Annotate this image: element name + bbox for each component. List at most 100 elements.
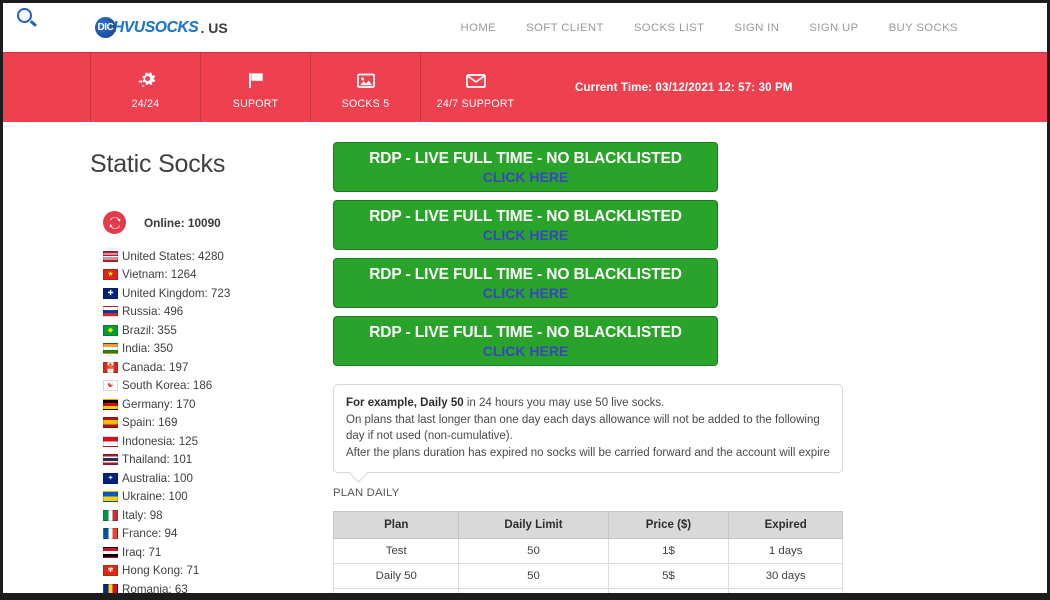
country-list-item[interactable]: India: 350 (103, 340, 333, 359)
feature-label-suport: SUPORT (233, 98, 278, 110)
plan-table: Plan Daily Limit Price ($) Expired Test5… (333, 511, 843, 593)
country-list-item[interactable]: Ukraine: 100 (103, 488, 333, 507)
flag-icon-ru (103, 306, 118, 317)
promo-cta: CLICK HERE (483, 227, 569, 243)
country-label: Spain: 169 (122, 416, 177, 429)
country-label: Australia: 100 (122, 472, 193, 485)
plan-table-body: Test501$1 daysDaily 50505$30 daysDaily 5… (334, 539, 843, 594)
info-line-1-bold: For example, Daily 50 (346, 397, 464, 409)
feature-label-24-24: 24/24 (132, 98, 160, 110)
country-list-item[interactable]: Germany: 170 (103, 395, 333, 414)
nav-item-sign-in[interactable]: SIGN IN (719, 22, 794, 34)
nav-item-sign-up[interactable]: SIGN UP (794, 22, 873, 34)
promo-banner[interactable]: RDP - LIVE FULL TIME - NO BLACKLISTED CL… (333, 316, 718, 366)
feature-item-24-7-support[interactable]: 24/7 SUPPORT (420, 52, 530, 122)
image-icon (355, 68, 377, 92)
nav-item-soft-client[interactable]: SOFT CLIENT (511, 22, 619, 34)
plan-info-box: For example, Daily 50 in 24 hours you ma… (333, 384, 843, 473)
country-list-item[interactable]: ★Vietnam: 1264 (103, 266, 333, 285)
online-count-label: Online: 10090 (144, 216, 221, 230)
country-list-item[interactable]: Indonesia: 125 (103, 432, 333, 451)
table-header-row: Plan Daily Limit Price ($) Expired (334, 512, 843, 539)
flag-icon-br: ◆ (103, 325, 118, 336)
country-list-item[interactable]: France: 94 (103, 525, 333, 544)
flag-icon-kr: ☯ (103, 380, 118, 391)
promo-banner-list: RDP - LIVE FULL TIME - NO BLACKLISTED CL… (333, 142, 853, 366)
info-line-1-rest: in 24 hours you may use 50 live socks. (464, 397, 665, 409)
country-label: Germany: 170 (122, 398, 195, 411)
table-cell-plan: Test (334, 539, 459, 564)
country-list-item[interactable]: Spain: 169 (103, 414, 333, 433)
feature-item-socks5[interactable]: SOCKS 5 (310, 52, 420, 122)
promo-cta: CLICK HERE (483, 169, 569, 185)
country-label: Indonesia: 125 (122, 435, 198, 448)
flag-icon-iq (103, 547, 118, 558)
country-label: Iraq: 71 (122, 546, 161, 559)
page-root: DIC HVUSOCKS . US HOME SOFT CLIENT SOCKS… (3, 3, 1047, 593)
main-content: RDP - LIVE FULL TIME - NO BLACKLISTED CL… (333, 122, 853, 593)
country-label: Ukraine: 100 (122, 490, 188, 503)
feature-item-24-24[interactable]: 24/24 (90, 52, 200, 122)
column-header-plan: Plan (334, 512, 459, 539)
country-list-item[interactable]: Italy: 98 (103, 506, 333, 525)
logo-badge: DIC (95, 17, 116, 38)
page-title: Static Socks (90, 150, 333, 179)
country-label: Canada: 197 (122, 361, 188, 374)
nav-item-home[interactable]: HOME (446, 22, 512, 34)
country-list-item[interactable]: ✚United Kingdom: 723 (103, 284, 333, 303)
table-cell-price: 1$ (608, 539, 729, 564)
promo-banner[interactable]: RDP - LIVE FULL TIME - NO BLACKLISTED CL… (333, 200, 718, 250)
promo-banner[interactable]: RDP - LIVE FULL TIME - NO BLACKLISTED CL… (333, 258, 718, 308)
country-list-item[interactable]: ✾Hong Kong: 71 (103, 562, 333, 581)
country-list-item[interactable]: Iraq: 71 (103, 543, 333, 562)
table-cell-daily-limit: 50 (459, 564, 608, 589)
country-label: France: 94 (122, 527, 177, 540)
magnifier-icon (17, 8, 32, 23)
nav-item-buy-socks[interactable]: BUY SOCKS (874, 22, 973, 34)
flag-icon-it (103, 510, 118, 521)
country-list-item[interactable]: ◆Brazil: 355 (103, 321, 333, 340)
country-list-item[interactable]: ✦Australia: 100 (103, 469, 333, 488)
site-header: DIC HVUSOCKS . US HOME SOFT CLIENT SOCKS… (3, 3, 1047, 52)
info-line-3: After the plans duration has expired no … (346, 445, 830, 462)
feature-label-socks5: SOCKS 5 (342, 98, 390, 110)
feature-label-24-7-support: 24/7 SUPPORT (437, 98, 515, 110)
promo-title: RDP - LIVE FULL TIME - NO BLACKLISTED (369, 266, 682, 284)
feature-bar-spacer (3, 52, 90, 122)
plan-daily-label: PLAN DAILY (333, 487, 853, 499)
refresh-icon[interactable] (103, 211, 126, 234)
country-label: Vietnam: 1264 (122, 268, 197, 281)
country-list-item[interactable]: Romania: 63 (103, 580, 333, 593)
country-label: United Kingdom: 723 (122, 287, 230, 300)
body-area: Static Socks Online: 10090 United States… (3, 122, 1047, 593)
table-cell-plan: Daily 50 (334, 564, 459, 589)
feature-item-suport[interactable]: SUPORT (200, 52, 310, 122)
promo-cta: CLICK HERE (483, 285, 569, 301)
table-row[interactable]: Daily 50505$30 days (334, 564, 843, 589)
country-list-item[interactable]: United States: 4280 (103, 247, 333, 266)
envelope-icon (464, 68, 488, 92)
country-list-item[interactable]: Thailand: 101 (103, 451, 333, 470)
table-cell-daily-limit: 50 (459, 539, 608, 564)
info-line-2: On plans that last longer than one day e… (346, 412, 830, 445)
table-row[interactable]: Test501$1 days (334, 539, 843, 564)
table-cell-expired: 1 days (729, 539, 843, 564)
table-cell-plan: Daily 50 (334, 589, 459, 594)
online-counter: Online: 10090 (103, 211, 333, 234)
feature-bar: 24/24 SUPORT SOCKS 5 (3, 52, 1047, 122)
nav-item-socks-list[interactable]: SOCKS LIST (619, 22, 720, 34)
table-cell-price: 5$ (608, 564, 729, 589)
country-list-item[interactable]: 🍁Canada: 197 (103, 358, 333, 377)
flag-icon-fr (103, 528, 118, 539)
country-list-item[interactable]: Russia: 496 (103, 303, 333, 322)
site-logo[interactable]: DIC HVUSOCKS . US (95, 13, 228, 43)
country-label: South Korea: 186 (122, 379, 212, 392)
flag-icon-in (103, 343, 118, 354)
info-caret (349, 464, 367, 482)
flag-icon-th (103, 454, 118, 465)
country-label: India: 350 (122, 342, 173, 355)
flag-icon-hk: ✾ (103, 565, 118, 576)
country-list-item[interactable]: ☯ South Korea: 186 (103, 377, 333, 396)
promo-banner[interactable]: RDP - LIVE FULL TIME - NO BLACKLISTED CL… (333, 142, 718, 192)
table-row[interactable]: Daily 50503$15 days (334, 589, 843, 594)
